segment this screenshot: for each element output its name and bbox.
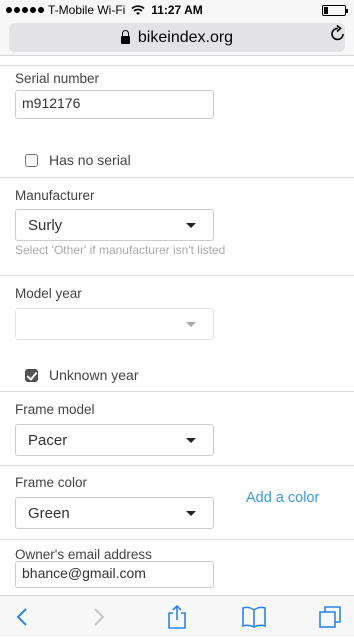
url-text: bikeindex.org bbox=[137, 28, 234, 46]
manufacturer-select[interactable]: Surly bbox=[15, 209, 214, 241]
battery-level bbox=[324, 7, 328, 14]
back-icon[interactable] bbox=[0, 596, 44, 638]
model-year-select[interactable] bbox=[15, 308, 214, 340]
frame-color-label: Frame color bbox=[15, 475, 88, 490]
divider bbox=[0, 465, 354, 466]
owner-email-input[interactable]: bhance@gmail.com bbox=[15, 561, 214, 588]
caret-down-icon bbox=[186, 322, 196, 327]
checkbox-box-checked[interactable] bbox=[25, 368, 38, 382]
caret-down-icon bbox=[186, 438, 196, 443]
caret-down-icon bbox=[186, 511, 196, 516]
manufacturer-value: Surly bbox=[28, 217, 63, 234]
has-no-serial-label: Has no serial bbox=[49, 152, 131, 168]
lock-icon bbox=[120, 29, 130, 44]
address-bar[interactable]: bikeindex.org bbox=[9, 23, 345, 52]
divider bbox=[0, 177, 354, 178]
forward-icon[interactable] bbox=[77, 596, 121, 638]
frame-model-value: Pacer bbox=[28, 432, 68, 449]
divider bbox=[0, 539, 354, 540]
bike-registration-form: Serial number m912176 Has no serial Manu… bbox=[0, 57, 354, 595]
manufacturer-label: Manufacturer bbox=[15, 188, 95, 203]
checkbox-box[interactable] bbox=[25, 153, 38, 167]
serial-number-label: Serial number bbox=[15, 71, 100, 86]
browser-toolbar bbox=[0, 595, 354, 637]
battery-icon bbox=[322, 5, 348, 16]
frame-model-select[interactable]: Pacer bbox=[15, 424, 214, 456]
unknown-year-label: Unknown year bbox=[49, 367, 139, 383]
share-icon[interactable] bbox=[155, 596, 199, 638]
frame-color-select[interactable]: Green bbox=[15, 497, 214, 529]
divider bbox=[0, 391, 354, 392]
frame-model-label: Frame model bbox=[15, 402, 95, 417]
serial-number-input[interactable]: m912176 bbox=[15, 90, 214, 119]
status-time: 11:27 AM bbox=[151, 3, 203, 17]
add-color-link[interactable]: Add a color bbox=[246, 490, 319, 506]
model-year-label: Model year bbox=[15, 286, 82, 301]
reload-icon[interactable] bbox=[330, 24, 346, 47]
has-no-serial-checkbox[interactable]: Has no serial bbox=[25, 152, 131, 168]
bookmarks-icon[interactable] bbox=[232, 596, 276, 638]
frame-color-value: Green bbox=[28, 505, 70, 522]
unknown-year-checkbox[interactable]: Unknown year bbox=[25, 367, 139, 383]
status-bar: T-Mobile Wi-Fi 11:27 AM bbox=[0, 0, 354, 20]
caret-down-icon bbox=[186, 223, 196, 228]
tabs-icon[interactable] bbox=[308, 596, 352, 638]
divider bbox=[0, 65, 354, 66]
manufacturer-help-text: Select 'Other' if manufacturer isn't lis… bbox=[15, 243, 226, 257]
browser-chrome: bikeindex.org bbox=[0, 20, 354, 56]
owner-email-label: Owner's email address bbox=[15, 547, 152, 562]
divider bbox=[0, 275, 354, 276]
